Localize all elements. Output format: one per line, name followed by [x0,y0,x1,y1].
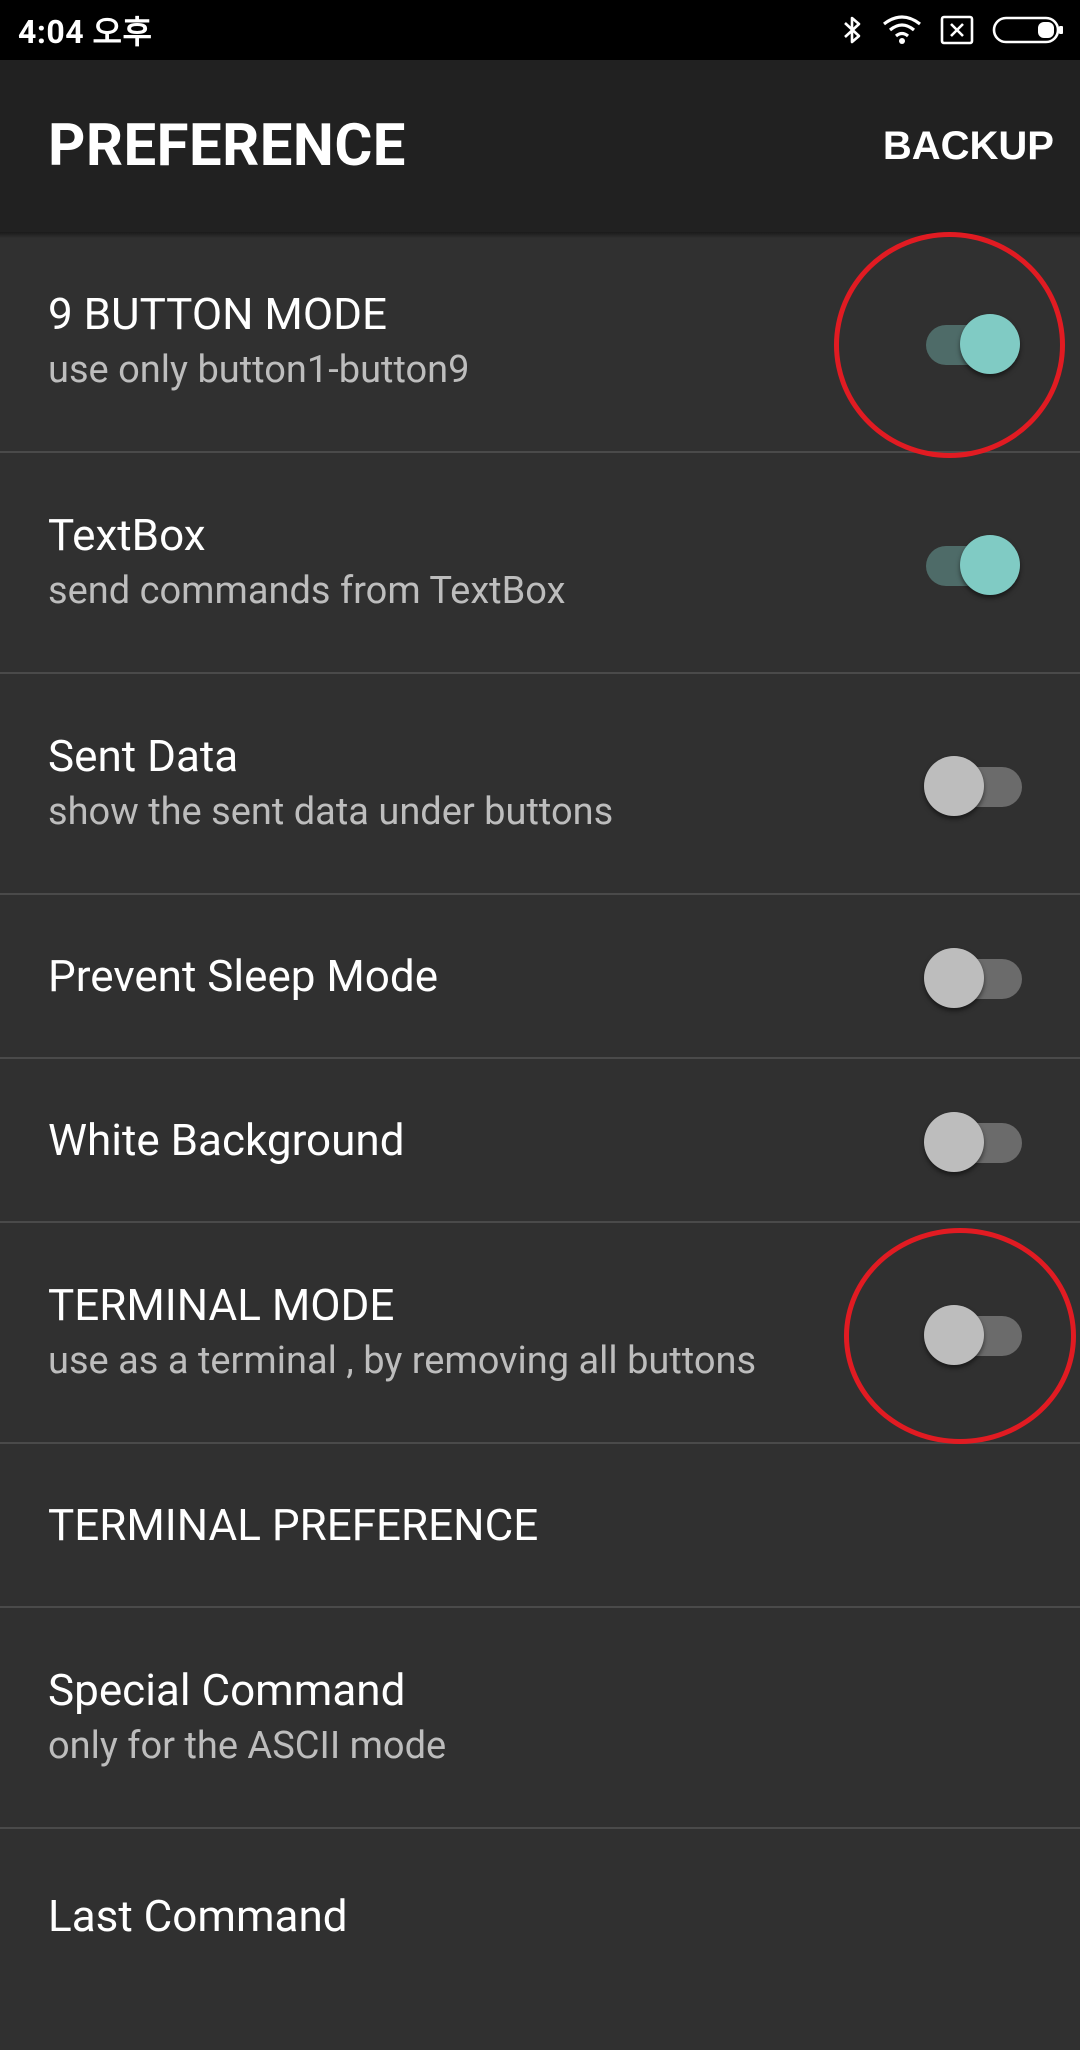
9-button-mode-switch[interactable] [924,311,1024,374]
pref-title: TERMINAL PREFERENCE [48,1498,539,1551]
pref-terminal-mode[interactable]: TERMINAL MODE use as a terminal , by rem… [0,1223,1080,1444]
switch-thumb [960,534,1020,595]
status-time: 4:04 오후 [18,13,153,51]
pref-summary: only for the ASCII mode [48,1724,447,1768]
pref-last-command[interactable]: Last Command [0,1829,1080,2050]
switch-thumb [924,1304,984,1365]
sent-data-switch[interactable] [924,753,1024,816]
terminal-mode-switch[interactable] [924,1302,1024,1365]
switch-thumb [924,755,984,816]
page-title: PREFERENCE [48,112,406,180]
preference-list: 9 BUTTON MODE use only button1-button9 T… [0,232,1080,2050]
white-background-switch[interactable] [924,1109,1024,1172]
pref-title: Last Command [48,1890,348,1942]
pref-special-command[interactable]: Special Command only for the ASCII mode [0,1608,1080,1829]
bluetooth-icon [842,14,864,46]
battery-icon [992,15,1064,45]
prevent-sleep-mode-switch[interactable] [924,945,1024,1008]
switch-thumb [960,313,1020,374]
pref-title: Special Command [48,1664,406,1717]
app-bar: PREFERENCE BACKUP [0,60,1080,232]
switch-thumb [924,948,984,1008]
status-bar: 4:04 오후 [0,0,1080,60]
wifi-icon [882,14,922,46]
pref-9-button-mode[interactable]: 9 BUTTON MODE use only button1-button9 [0,232,1080,453]
backup-button[interactable]: BACKUP [883,124,1054,169]
pref-prevent-sleep-mode[interactable]: Prevent Sleep Mode [0,895,1080,1059]
pref-sent-data[interactable]: Sent Data show the sent data under butto… [0,674,1080,895]
switch-thumb [924,1112,984,1172]
textbox-switch[interactable] [924,532,1024,595]
pref-terminal-preference[interactable]: TERMINAL PREFERENCE [0,1444,1080,1608]
no-sim-icon [940,15,974,45]
pref-textbox[interactable]: TextBox send commands from TextBox [0,453,1080,674]
pref-white-background[interactable]: White Background [0,1059,1080,1223]
status-icons [842,14,1064,46]
app-bar-shadow [0,232,1080,238]
